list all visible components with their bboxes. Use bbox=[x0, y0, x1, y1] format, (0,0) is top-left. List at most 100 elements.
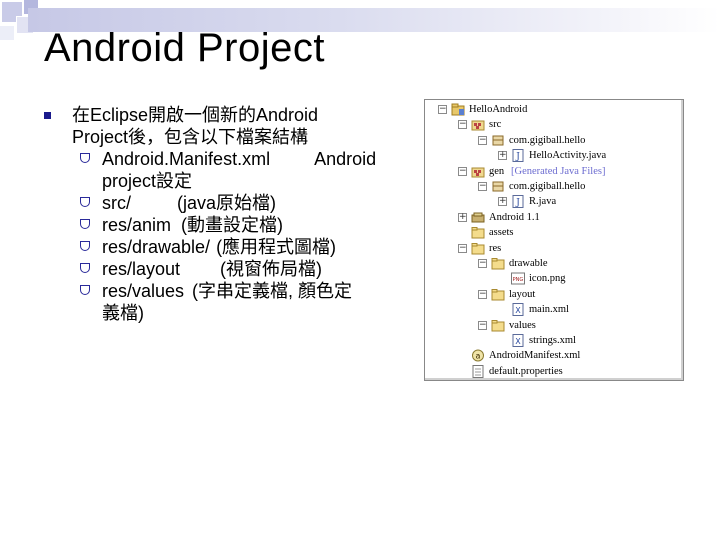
list-item: src/ (java原始檔) bbox=[40, 192, 410, 214]
tree-row[interactable]: assets bbox=[425, 225, 675, 240]
tree-row-label: Android 1.1 bbox=[489, 211, 540, 223]
item-name: res/anim bbox=[102, 215, 172, 235]
project-tree-screenshot: − HelloAndroid − src − com.gigiball.hello + J He… bbox=[424, 99, 684, 381]
tree-row-label: drawable bbox=[509, 258, 548, 269]
tree-row[interactable]: + J R.java bbox=[425, 194, 675, 209]
source-folder-icon bbox=[471, 165, 485, 178]
collapse-toggle-icon[interactable]: − bbox=[458, 243, 467, 253]
tree-row-label: R.java bbox=[529, 196, 557, 208]
tree-row-label: AndroidManifest.xml bbox=[489, 350, 581, 362]
item-desc: (應用程式圖檔) bbox=[216, 237, 337, 257]
folder-icon bbox=[491, 257, 505, 270]
item-name: res/layout bbox=[102, 259, 181, 279]
tree-row[interactable]: PNG icon.png bbox=[425, 271, 675, 286]
manifest-icon: a bbox=[471, 349, 485, 362]
tree-row[interactable]: − drawable bbox=[425, 256, 675, 271]
tree-row-label: res bbox=[489, 242, 502, 254]
intro-line: Project後，包含以下檔案結構 bbox=[72, 127, 309, 147]
svg-text:PNG: PNG bbox=[513, 277, 524, 283]
list-item: res/values (字串定義檔, 顏色定 義檔) bbox=[40, 280, 410, 324]
item-desc: (動畫設定檔) bbox=[181, 215, 284, 235]
item-desc: (字串定義檔, 顏色定 bbox=[192, 281, 353, 301]
collapse-toggle-icon[interactable]: − bbox=[478, 259, 487, 268]
tree-row[interactable]: − HelloAndroid bbox=[425, 102, 675, 117]
tree-row[interactable]: + J HelloActivity.java bbox=[425, 148, 675, 163]
tree-row-label: strings.xml bbox=[529, 335, 576, 346]
tree-row-label: default.properties bbox=[489, 365, 563, 377]
tree-row[interactable]: − layout bbox=[425, 287, 675, 302]
xml-file-icon: X bbox=[511, 303, 525, 317]
expand-toggle-icon[interactable]: + bbox=[498, 151, 507, 161]
item-desc-cont: project設定 bbox=[102, 171, 193, 191]
expand-toggle-icon[interactable]: + bbox=[498, 197, 507, 207]
hollow-bullet-icon bbox=[80, 219, 90, 229]
hollow-bullet-icon bbox=[80, 285, 90, 295]
item-desc: Android bbox=[314, 149, 377, 169]
tree-row-label: layout bbox=[509, 288, 536, 300]
hollow-bullet-icon bbox=[80, 197, 90, 207]
tree-row[interactable]: − src bbox=[425, 117, 675, 132]
intro-bullet: 在Eclipse開啟一個新的Android Project後，包含以下檔案結構 bbox=[40, 104, 410, 148]
tree-row[interactable]: + Android 1.1 bbox=[425, 210, 675, 225]
tree-row[interactable]: − values bbox=[425, 318, 675, 333]
tree-row-label: values bbox=[509, 319, 536, 331]
slide-body: 在Eclipse開啟一個新的Android Project後，包含以下檔案結構 … bbox=[40, 104, 410, 324]
package-icon bbox=[491, 180, 505, 193]
collapse-toggle-icon[interactable]: − bbox=[478, 135, 487, 145]
tree-row-label: HelloAndroid bbox=[469, 104, 528, 115]
tree-row-label: HelloActivity.java bbox=[529, 150, 607, 162]
tree-row-label: icon.png bbox=[529, 273, 566, 285]
folder-icon bbox=[471, 242, 485, 255]
collapse-toggle-icon[interactable]: − bbox=[478, 320, 487, 330]
svg-text:X: X bbox=[515, 306, 521, 315]
java-file-icon: J bbox=[511, 149, 525, 163]
collapse-toggle-icon[interactable]: − bbox=[478, 289, 487, 299]
collapse-toggle-icon[interactable]: − bbox=[478, 182, 487, 191]
collapse-toggle-icon[interactable]: − bbox=[458, 166, 467, 176]
source-folder-icon bbox=[471, 118, 485, 131]
tree-row[interactable]: − com.gigiball.hello bbox=[425, 133, 675, 148]
tree-row[interactable]: − gen [Generated Java Files] bbox=[425, 164, 675, 179]
collapse-toggle-icon[interactable]: − bbox=[458, 120, 467, 130]
list-item: res/anim (動畫設定檔) bbox=[40, 214, 410, 236]
png-file-icon: PNG bbox=[511, 272, 525, 285]
list-item: Android.Manifest.xml Android project設定 bbox=[40, 148, 410, 192]
tree-row[interactable]: default.properties bbox=[425, 364, 675, 379]
item-name: res/values bbox=[102, 281, 185, 301]
package-icon bbox=[491, 134, 505, 147]
java-file-icon: J bbox=[511, 195, 525, 209]
project-icon bbox=[451, 103, 465, 116]
svg-text:a: a bbox=[476, 352, 481, 361]
tree-row[interactable]: Xmain.xml bbox=[425, 302, 675, 317]
list-item: res/layout (視窗佈局檔) bbox=[40, 258, 410, 280]
deco-square bbox=[0, 26, 14, 40]
svg-text:X: X bbox=[515, 337, 521, 346]
intro-line: 在Eclipse開啟一個新的Android bbox=[72, 105, 319, 125]
tree-row-label: src bbox=[489, 119, 502, 131]
item-name: Android.Manifest.xml bbox=[102, 149, 271, 169]
properties-file-icon bbox=[471, 364, 485, 378]
tree-row[interactable]: − com.gigiball.hello bbox=[425, 179, 675, 194]
tree-row[interactable]: a AndroidManifest.xml bbox=[425, 348, 675, 363]
tree-row-label: main.xml bbox=[529, 304, 569, 316]
item-name: src/ bbox=[102, 193, 131, 213]
tree-row-note: [Generated Java Files] bbox=[511, 165, 606, 177]
folder-icon bbox=[471, 226, 485, 239]
item-desc: (視窗佈局檔) bbox=[220, 259, 323, 279]
folder-icon bbox=[491, 288, 505, 301]
tree-row[interactable]: − res bbox=[425, 241, 675, 256]
svg-text:J: J bbox=[515, 152, 520, 162]
tree-row-label: com.gigiball.hello bbox=[509, 134, 586, 146]
tree-row-label: gen bbox=[489, 165, 505, 177]
folder-icon bbox=[491, 319, 505, 332]
tree-row-label: assets bbox=[489, 227, 514, 239]
item-name: res/drawable/ bbox=[102, 237, 211, 257]
item-desc: (java原始檔) bbox=[177, 193, 277, 213]
tree-row-label: com.gigiball.hello bbox=[509, 181, 586, 192]
expand-toggle-icon[interactable]: + bbox=[458, 212, 467, 222]
tree-row[interactable]: Xstrings.xml bbox=[425, 333, 675, 348]
collapse-toggle-icon[interactable]: − bbox=[438, 105, 447, 114]
hollow-bullet-icon bbox=[80, 263, 90, 273]
square-bullet-icon bbox=[44, 112, 51, 119]
svg-text:J: J bbox=[515, 198, 520, 208]
